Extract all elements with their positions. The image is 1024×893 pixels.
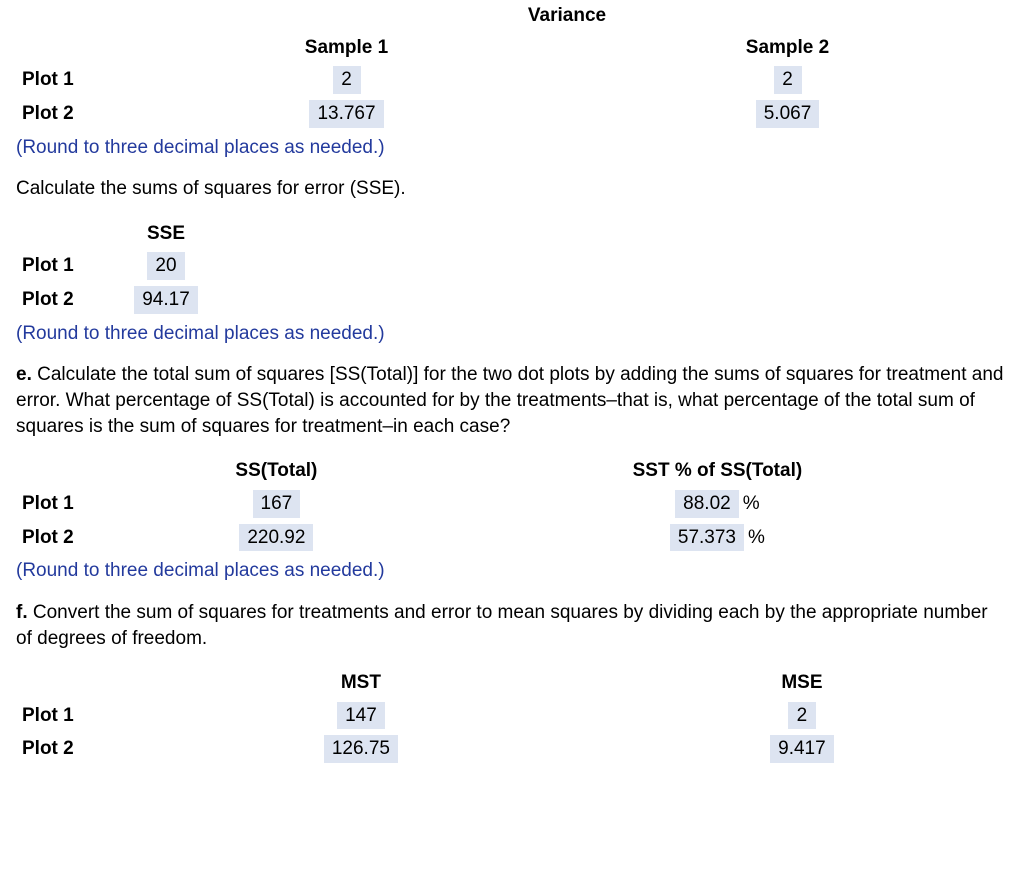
msq-section: MST MSE Plot 1 147 2 Plot 2 126.75 9.417 [16, 667, 1008, 766]
part-f-prefix: f. [16, 602, 28, 623]
variance-plot2-s1: 13.767 [309, 100, 383, 128]
msq-plot2-mst: 126.75 [324, 735, 398, 763]
variance-rounding-note: (Round to three decimal places as needed… [16, 135, 1008, 161]
sstotal-plot2-label: Plot 2 [16, 521, 126, 555]
sstotal-plot2-value: 220.92 [239, 524, 313, 552]
variance-super-header: Variance [126, 0, 1008, 32]
sse-plot2-value: 94.17 [134, 286, 198, 314]
sstotal-table: SS(Total) SST % of SS(Total) Plot 1 167 … [16, 455, 1008, 554]
sse-plot1-value: 20 [147, 252, 184, 280]
part-f-text: Convert the sum of squares for treatment… [16, 602, 988, 649]
table-row: Plot 1 147 2 [16, 699, 1008, 733]
msq-plot1-mst: 147 [337, 702, 385, 730]
variance-plot1-s2: 2 [774, 66, 802, 94]
msq-header-mst: MST [126, 667, 596, 699]
percent-symbol: % [743, 493, 760, 514]
sstotal-plot1-value: 167 [253, 490, 301, 518]
msq-plot1-mse: 2 [788, 702, 816, 730]
percent-symbol: % [748, 527, 765, 548]
table-row: Plot 1 167 88.02% [16, 487, 1008, 521]
msq-table: MST MSE Plot 1 147 2 Plot 2 126.75 9.417 [16, 667, 1008, 766]
table-row: Plot 2 126.75 9.417 [16, 732, 1008, 766]
sse-rounding-note: (Round to three decimal places as needed… [16, 321, 1008, 347]
sstotal-rounding-note: (Round to three decimal places as needed… [16, 558, 1008, 584]
variance-plot1-label: Plot 1 [16, 63, 126, 97]
sse-plot2-label: Plot 2 [16, 283, 126, 317]
table-row: Plot 2 94.17 [16, 283, 206, 317]
sse-header: SSE [126, 218, 206, 250]
sstotal-plot2-pct: 57.373 [670, 524, 744, 552]
msq-header-mse: MSE [596, 667, 1008, 699]
sstotal-plot1-label: Plot 1 [16, 487, 126, 521]
sstotal-section: SS(Total) SST % of SS(Total) Plot 1 167 … [16, 455, 1008, 584]
sstotal-header-col2: SST % of SS(Total) [427, 455, 1008, 487]
part-e-question: e. Calculate the total sum of squares [S… [16, 362, 1008, 439]
table-row: Plot 2 13.767 5.067 [16, 97, 1008, 131]
variance-table: Variance Sample 1 Sample 2 Plot 1 2 2 Pl… [16, 0, 1008, 131]
part-e-text: Calculate the total sum of squares [SS(T… [16, 364, 1003, 436]
sstotal-header-col1: SS(Total) [126, 455, 427, 487]
variance-plot2-s2: 5.067 [756, 100, 820, 128]
variance-plot1-s1: 2 [333, 66, 361, 94]
variance-plot2-label: Plot 2 [16, 97, 126, 131]
msq-plot1-label: Plot 1 [16, 699, 126, 733]
sstotal-plot1-pct: 88.02 [675, 490, 739, 518]
msq-plot2-label: Plot 2 [16, 732, 126, 766]
variance-header-sample2: Sample 2 [567, 32, 1008, 64]
variance-section: Variance Sample 1 Sample 2 Plot 1 2 2 Pl… [16, 0, 1008, 160]
table-row: Plot 1 2 2 [16, 63, 1008, 97]
sse-prompt: Calculate the sums of squares for error … [16, 176, 1008, 202]
table-row: Plot 2 220.92 57.373% [16, 521, 1008, 555]
table-row: Plot 1 20 [16, 249, 206, 283]
part-e-prefix: e. [16, 364, 32, 385]
msq-plot2-mse: 9.417 [770, 735, 834, 763]
variance-header-sample1: Sample 1 [126, 32, 567, 64]
sse-table: SSE Plot 1 20 Plot 2 94.17 [16, 218, 206, 317]
sse-section: SSE Plot 1 20 Plot 2 94.17 (Round to thr… [16, 218, 1008, 347]
part-f-question: f. Convert the sum of squares for treatm… [16, 600, 1008, 651]
sse-plot1-label: Plot 1 [16, 249, 126, 283]
